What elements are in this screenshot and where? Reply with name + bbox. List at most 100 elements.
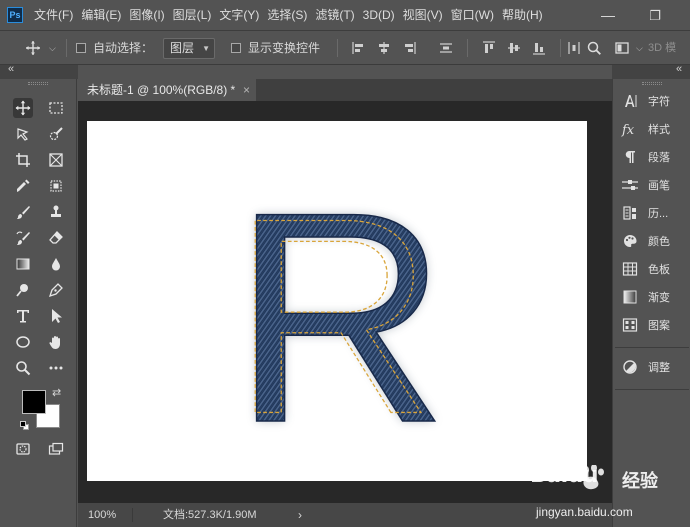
panel-label: 色板	[648, 264, 670, 276]
menu-item[interactable]: 滤镜(T)	[311, 0, 358, 31]
menu-bar: Ps 文件(F) 编辑(E) 图像(I) 图层(L) 文字(Y) 选择(S) 滤镜(T) 3D…	[0, 0, 690, 31]
palette-icon	[624, 235, 637, 247]
search-icon[interactable]	[586, 40, 602, 56]
hand-tool[interactable]	[46, 332, 66, 352]
collapse-right-icon[interactable]: «	[676, 63, 682, 75]
history-brush-tool[interactable]	[13, 228, 33, 248]
menu-item[interactable]: 选择(S)	[263, 0, 311, 31]
pen-tool[interactable]	[46, 280, 66, 300]
lasso-tool[interactable]	[13, 124, 33, 144]
menu-item[interactable]: 图像(I)	[125, 0, 168, 31]
align-bottom-icon[interactable]	[531, 40, 547, 56]
panel-history[interactable]: 历...	[621, 201, 689, 225]
minimize-button[interactable]: —	[593, 0, 623, 31]
dodge-tool[interactable]	[13, 280, 33, 300]
status-menu-arrow-icon[interactable]: ›	[298, 503, 302, 527]
watermark-brand-cn: 经验	[622, 471, 658, 491]
denim-letter-artwork: R R R	[231, 148, 449, 486]
panel-label: 段落	[648, 152, 670, 164]
collapse-left-icon[interactable]: «	[8, 63, 14, 75]
crop-tool[interactable]	[13, 150, 33, 170]
document-info[interactable]: 文档:527.3K/1.90M	[163, 503, 257, 527]
move-tool-icon[interactable]	[25, 40, 41, 56]
document-canvas[interactable]: R R R	[87, 121, 587, 486]
tool-preset-chevron-icon[interactable]: ⌵	[49, 31, 56, 65]
gradient-tool[interactable]	[13, 254, 33, 274]
divider	[132, 508, 133, 522]
divider	[467, 39, 468, 57]
screen-mode-icon	[48, 442, 64, 455]
panel-swatches[interactable]: 色板	[621, 257, 689, 281]
watermark-url: jingyan.baidu.com	[536, 505, 633, 519]
align-horizontal-center-icon[interactable]	[376, 40, 392, 56]
eyedropper-tool[interactable]	[13, 176, 33, 196]
panel-styles[interactable]: fx 样式	[621, 117, 689, 141]
type-tool[interactable]	[13, 306, 33, 326]
frame-tool[interactable]	[46, 150, 66, 170]
clone-stamp-tool[interactable]	[46, 202, 66, 222]
default-colors-icon[interactable]	[20, 421, 29, 430]
panel-color[interactable]: 颜色	[621, 229, 689, 253]
spot-healing-tool[interactable]	[46, 176, 66, 196]
letter-stitching: R	[232, 160, 434, 472]
align-vertical-center-icon[interactable]	[506, 40, 522, 56]
menu-item[interactable]: 窗口(W)	[447, 0, 498, 31]
panel-label: 颜色	[648, 236, 670, 248]
eraser-tool[interactable]	[46, 228, 66, 248]
watermark-brand: Baidu	[530, 463, 599, 488]
arrow-pointer-icon	[52, 309, 62, 323]
swap-colors-icon[interactable]: ⇄	[52, 386, 61, 399]
align-left-icon[interactable]	[351, 40, 367, 56]
marquee-tool[interactable]	[46, 98, 66, 118]
close-icon[interactable]: ×	[243, 79, 250, 101]
menu-item[interactable]: 编辑(E)	[77, 0, 125, 31]
pilcrow-icon	[625, 151, 635, 163]
auto-select-dropdown[interactable]: 图层 ▼	[163, 38, 215, 59]
restore-button[interactable]: ❐	[640, 0, 670, 31]
zoom-level[interactable]: 100%	[88, 503, 116, 527]
panel-adjustments[interactable]: 调整	[621, 355, 689, 379]
blur-tool[interactable]	[46, 254, 66, 274]
menu-item[interactable]: 文字(Y)	[215, 0, 263, 31]
zoom-tool[interactable]	[13, 358, 33, 378]
show-transform-checkbox[interactable]	[231, 43, 241, 53]
workspace-chevron-icon[interactable]: ⌵	[636, 31, 643, 65]
brush-tool[interactable]	[13, 202, 33, 222]
gradient-icon	[623, 290, 637, 304]
distribute-vertical-icon[interactable]	[438, 40, 454, 56]
panel-label: 样式	[648, 124, 670, 136]
ellipse-tool[interactable]	[13, 332, 33, 352]
marquee-icon	[49, 102, 63, 114]
lasso-icon	[17, 128, 29, 141]
quick-mask-button[interactable]	[13, 439, 33, 459]
dodge-icon	[16, 284, 28, 297]
screen-mode-button[interactable]	[46, 439, 66, 459]
document-tab[interactable]: 未标题-1 @ 100%(RGB/8) * ×	[78, 79, 256, 101]
panel-dock-grip[interactable]	[642, 82, 662, 85]
panel-character[interactable]: 字符	[621, 89, 689, 113]
foreground-color-swatch[interactable]	[22, 390, 46, 414]
distribute-horizontal-icon[interactable]	[566, 40, 582, 56]
panel-label: 调整	[648, 362, 670, 374]
menu-item[interactable]: 帮助(H)	[498, 0, 547, 31]
quick-selection-tool[interactable]	[46, 124, 66, 144]
align-right-icon[interactable]	[401, 40, 417, 56]
adjustments-icon	[623, 360, 637, 374]
menu-item[interactable]: 视图(V)	[399, 0, 447, 31]
menu-item[interactable]: 3D(D)	[359, 0, 399, 31]
auto-select-checkbox[interactable]	[76, 43, 86, 53]
panel-paragraph[interactable]: 段落	[621, 145, 689, 169]
align-top-icon[interactable]	[481, 40, 497, 56]
move-tool[interactable]	[13, 98, 33, 118]
canvas-area[interactable]: R R R	[78, 101, 612, 503]
panel-gradients[interactable]: 渐变	[621, 285, 689, 309]
workspace-icon[interactable]	[614, 40, 630, 56]
path-selection-tool[interactable]	[46, 306, 66, 326]
menu-item[interactable]: 文件(F)	[30, 0, 77, 31]
panel-brush-settings[interactable]: 画笔	[621, 173, 689, 197]
edit-toolbar-button[interactable]	[46, 358, 66, 378]
toolbox-grip[interactable]	[28, 82, 48, 85]
pen-icon	[48, 283, 63, 298]
menu-item[interactable]: 图层(L)	[169, 0, 216, 31]
panel-patterns[interactable]: 图案	[621, 313, 689, 337]
